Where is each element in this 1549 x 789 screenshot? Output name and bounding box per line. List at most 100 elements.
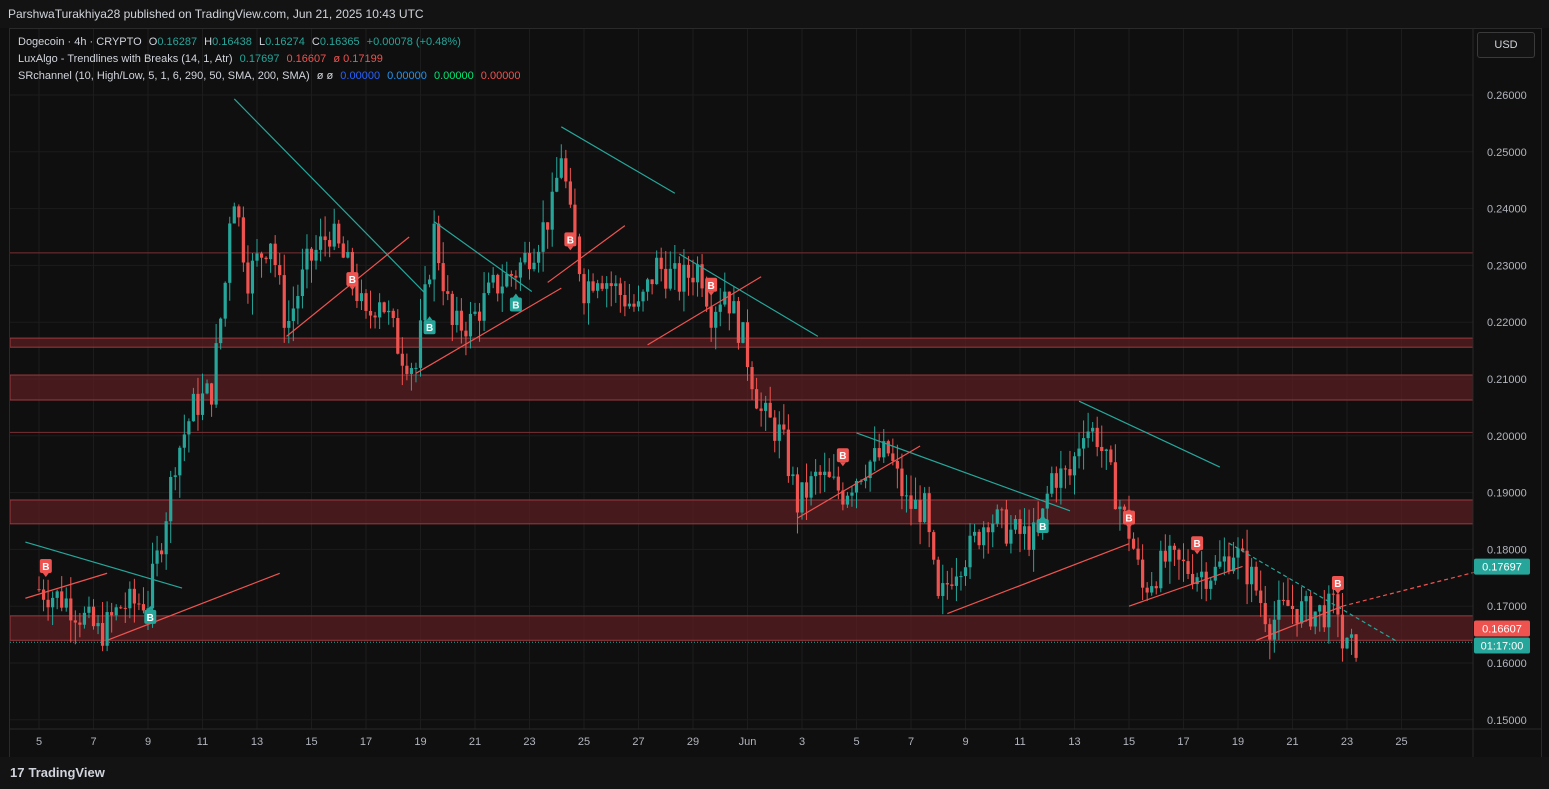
indicator-legend-luxalgo[interactable]: LuxAlgo - Trendlines with Breaks (14, 1,… <box>18 53 387 65</box>
candle-body <box>396 318 400 354</box>
candlestick-chart[interactable]: B B B B B B B B B B B B 0.26000 0.25000 0.24000 0.23000… <box>10 29 1541 757</box>
chart-header: ParshwaTurakhiya28 published on TradingV… <box>0 0 1549 28</box>
trendline-down <box>856 432 1071 512</box>
candle-body <box>1336 594 1340 615</box>
candle-body <box>105 612 109 646</box>
candle-body <box>496 274 500 294</box>
candle-body <box>155 550 159 564</box>
candle-body <box>255 253 259 261</box>
candle-body <box>1277 599 1281 620</box>
candle-body <box>936 559 940 596</box>
candle-body <box>714 311 718 328</box>
candle-body <box>309 248 314 261</box>
indicator-name-srchannel[interactable]: SRchannel (10, High/Low, 5, 1, 6, 290, 5… <box>18 70 310 82</box>
price-axis-label-text: 0.17697 <box>1482 562 1522 574</box>
footer-bar: 17 TradingView <box>0 757 1549 789</box>
sell-signal-marker: B <box>836 448 849 467</box>
tradingview-logo[interactable]: 17 TradingView <box>10 765 105 780</box>
candle-body <box>636 301 641 307</box>
candle-body <box>923 493 927 522</box>
time-tick-label: 25 <box>1395 736 1407 748</box>
candle-body <box>514 275 518 278</box>
trendline-up <box>1128 565 1243 607</box>
sell-signal-marker: B <box>564 232 577 251</box>
price-tick-label: 0.16000 <box>1487 658 1527 670</box>
indicator-name-luxalgo[interactable]: LuxAlgo - Trendlines with Breaks (14, 1,… <box>18 53 233 65</box>
signal-label: B <box>839 451 846 462</box>
signal-label: B <box>512 300 519 311</box>
symbol-legend[interactable]: Dogecoin · 4h · CRYPTO O0.16287 H0.16438… <box>18 36 465 48</box>
candle-body <box>1268 624 1272 640</box>
candle-body <box>264 257 268 260</box>
candle-body <box>455 310 459 325</box>
candle-body <box>341 243 345 258</box>
candle-body <box>359 293 364 302</box>
currency-button[interactable]: USD <box>1477 32 1535 58</box>
time-tick-label: 29 <box>687 736 699 748</box>
candle-body <box>609 283 613 287</box>
candle-body <box>269 243 273 260</box>
signal-label: B <box>567 235 574 246</box>
price-tick-label: 0.26000 <box>1487 90 1527 102</box>
candle-body <box>891 453 895 461</box>
candle-body <box>1000 509 1004 511</box>
chart-frame[interactable]: B B B B B B B B B B B B 0.26000 0.25000 0.24000 0.23000… <box>9 28 1542 758</box>
candle-body <box>414 367 418 369</box>
candle-body <box>437 223 441 264</box>
candle-body <box>655 257 659 285</box>
candle-body <box>823 471 827 476</box>
time-tick-label: 23 <box>523 736 535 748</box>
candle-body <box>850 492 854 496</box>
candle-body <box>836 476 840 491</box>
candle-body <box>1018 518 1022 534</box>
candle-body <box>650 279 654 285</box>
indicator-legend-srchannel[interactable]: SRchannel (10, High/Low, 5, 1, 6, 290, 5… <box>18 70 525 82</box>
candle-body <box>686 264 691 278</box>
high-label: H <box>204 36 213 48</box>
candle-body <box>1218 561 1222 567</box>
candle-body <box>337 223 341 244</box>
candle-body <box>555 177 559 192</box>
candle-body <box>773 417 777 441</box>
candle-body <box>1168 545 1172 562</box>
candle-body <box>1204 571 1208 589</box>
candle-body <box>618 283 622 295</box>
candle-body <box>41 589 46 600</box>
candle-body <box>1304 596 1308 602</box>
candle-body <box>909 495 913 509</box>
candle-body <box>223 282 227 319</box>
price-tick-label: 0.24000 <box>1487 204 1527 216</box>
candle-body <box>913 499 918 509</box>
open-value: 0.16287 <box>157 36 198 48</box>
candle-body <box>550 191 554 230</box>
candle-body <box>169 476 173 522</box>
time-tick-label: 13 <box>1068 736 1080 748</box>
candle-body <box>641 291 645 302</box>
candle-body <box>845 495 850 505</box>
candle-body <box>904 495 909 497</box>
candle-body <box>1227 556 1231 572</box>
candle-body <box>187 421 191 435</box>
candle-body <box>1349 634 1354 638</box>
candle-body <box>759 408 763 411</box>
price-tick-label: 0.19000 <box>1487 488 1527 500</box>
candle-body <box>196 393 200 415</box>
candle-body <box>582 274 586 304</box>
time-tick-label: 21 <box>469 736 481 748</box>
candle-body <box>132 588 136 604</box>
time-tick-label: 21 <box>1286 736 1298 748</box>
candle-body <box>1172 545 1177 550</box>
candle-body <box>1209 580 1213 589</box>
candle-body <box>886 441 890 454</box>
candle-body <box>995 509 999 524</box>
candle-body <box>1109 449 1113 463</box>
candle-body <box>305 248 309 270</box>
candle-body <box>287 320 291 328</box>
sell-signal-marker: B <box>1123 510 1135 529</box>
candle-body <box>623 294 627 307</box>
time-tick-label: 5 <box>853 736 859 748</box>
time-tick-label: 17 <box>1177 736 1189 748</box>
candle-body <box>659 257 663 269</box>
symbol-name[interactable]: Dogecoin · 4h · CRYPTO <box>18 36 142 48</box>
candle-body <box>237 206 241 218</box>
